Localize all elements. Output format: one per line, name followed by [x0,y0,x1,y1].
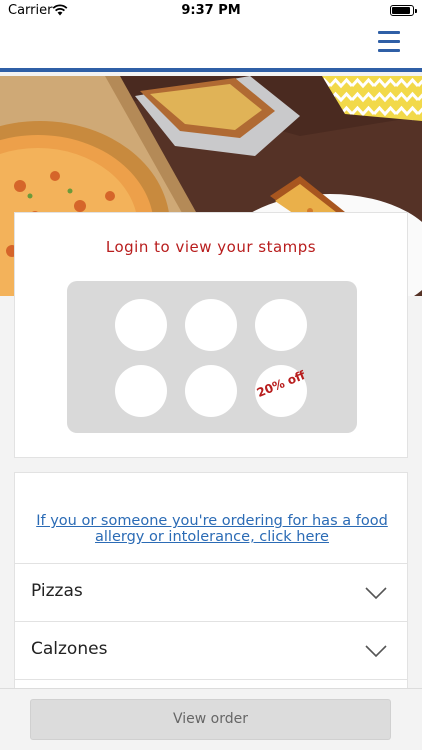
category-label: Pizzas [31,581,83,601]
status-bar: Carrier 9:37 PM [0,0,422,22]
stamp-slot [255,299,307,351]
status-time: 9:37 PM [181,3,241,18]
screen: Carrier 9:37 PM Login to view your stamp… [0,0,422,750]
stamp-slot [185,365,237,417]
stamp-panel: 20% off [67,281,357,433]
category-label: Calzones [31,639,108,659]
view-order-button[interactable]: View order [30,699,391,740]
category-row-pizzas[interactable]: Pizzas [15,563,407,621]
stamp-card: Login to view your stamps 20% off [14,212,408,458]
reward-label: 20% off [254,367,308,401]
chevron-down-icon [365,587,387,600]
stamp-slot [115,365,167,417]
battery-icon [390,5,417,16]
bottom-bar: View order [0,688,422,750]
stamp-slot [185,299,237,351]
app-header [0,22,422,72]
reward-stamp-slot: 20% off [255,365,307,417]
stamp-slot [115,299,167,351]
chevron-down-icon [365,645,387,658]
category-row-calzones[interactable]: Calzones [15,621,407,679]
allergy-info-link[interactable]: If you or someone you're ordering for ha… [31,513,393,545]
login-to-view-stamps-link[interactable]: Login to view your stamps [15,238,407,256]
hamburger-menu-icon[interactable] [378,31,400,53]
